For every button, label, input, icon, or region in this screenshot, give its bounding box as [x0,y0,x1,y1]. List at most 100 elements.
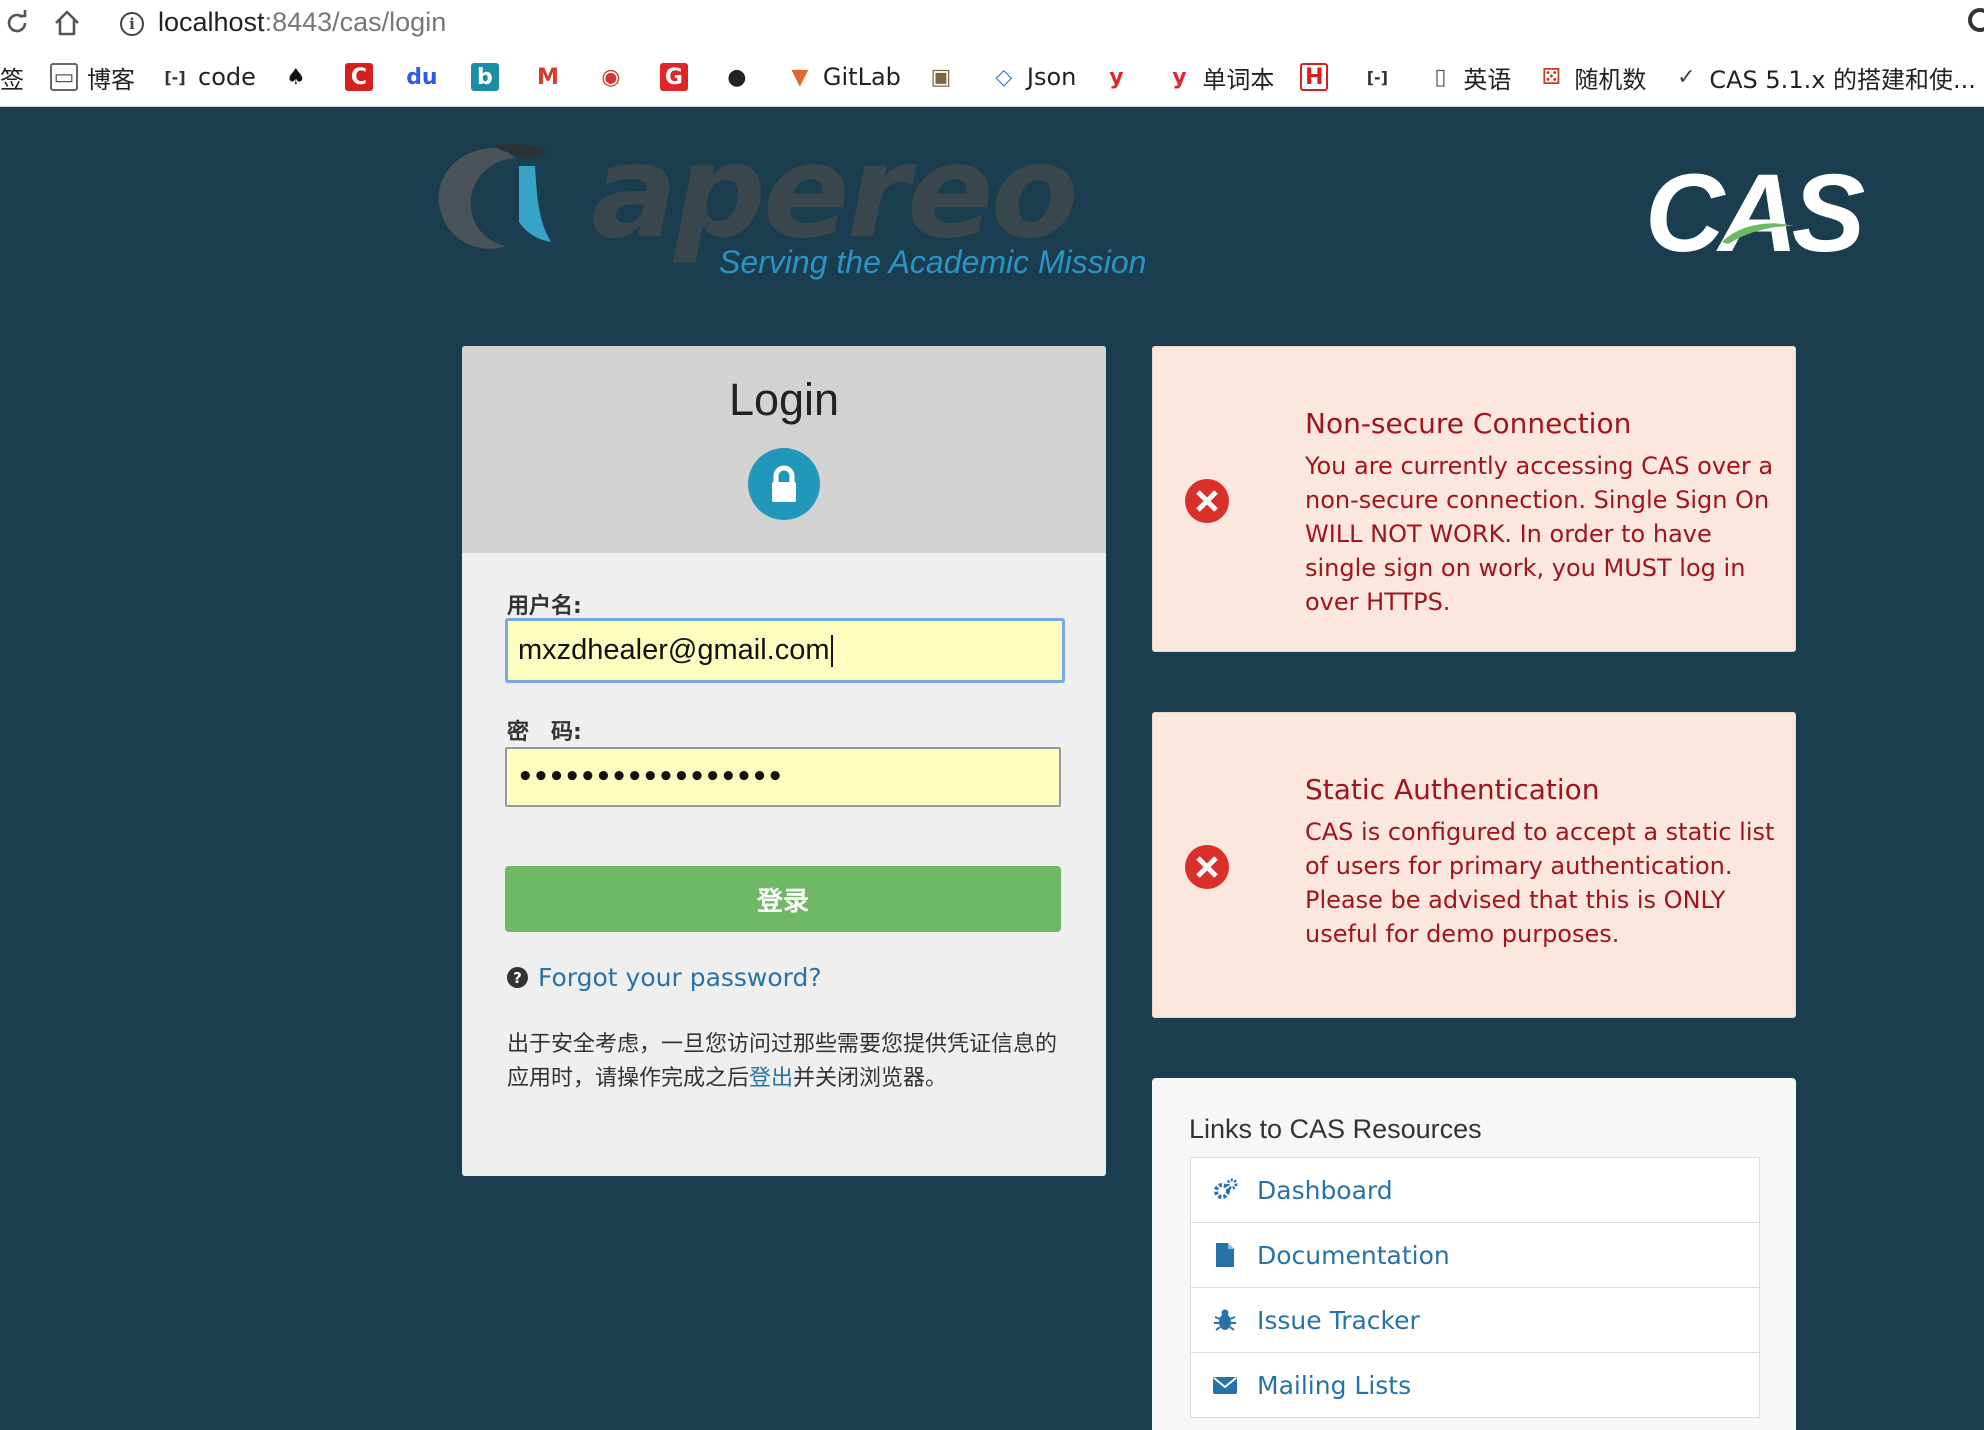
username-value: mxzdhealer@gmail.com [518,634,830,666]
lock-badge [748,448,820,520]
site-info-icon[interactable]: i [120,12,144,36]
random-icon: ⚄ [1537,63,1566,91]
security-note-tail: 并关闭浏览器。 [793,1066,948,1091]
resource-link-mailing-lists[interactable]: Mailing Lists [1190,1352,1760,1418]
bookmark-item[interactable]: ◉ [596,63,634,91]
login-header: Login [462,346,1106,553]
browser-chrome: i localhost:8443/cas/login 签 ▭ 博客 [-] code ♠ C… [0,0,1984,107]
bookmark-item[interactable]: y [1102,63,1139,91]
cas-logo: CAS [1645,152,1865,275]
bookmark-item[interactable]: M [533,63,571,91]
bookmark-item[interactable]: ✓ CAS 5.1.x 的搭建和使... [1672,60,1976,95]
question-circle-icon: ? [507,967,528,988]
youdao-icon: y [1102,63,1131,91]
bookmark-label: CAS 5.1.x 的搭建和使... [1709,65,1976,94]
bookmark-item[interactable]: ● [722,63,760,91]
bookmark-item[interactable]: ▯ 英语 [1426,60,1511,95]
security-note: 出于安全考虑，一旦您访问过那些需要您提供凭证信息的应用时，请操作完成之后登出并关… [507,1028,1067,1096]
bookmark-item[interactable]: ▼ GitLab [785,63,901,91]
username-input[interactable]: mxzdhealer@gmail.com [505,618,1065,683]
weibo-icon: ◉ [596,63,625,91]
forgot-password-link[interactable]: Forgot your password? [538,963,822,992]
reload-icon [7,10,27,33]
baidu-icon: du [406,63,438,91]
password-input[interactable]: ••••••••••••••••• [505,747,1061,807]
resources-title: Links to CAS Resources [1189,1114,1482,1144]
bug-icon [1211,1306,1239,1334]
youdao-icon: y [1165,63,1194,91]
bookmark-item[interactable]: b [470,63,508,91]
home-button[interactable] [50,6,84,40]
bookmark-item[interactable]: ◇ Json [989,63,1077,91]
bookmark-label: code [198,63,256,91]
cas-doc-icon: ✓ [1672,63,1701,91]
cas-resources-panel: Links to CAS Resources Dashboard Documen… [1152,1078,1796,1430]
bookmark-item[interactable]: ▣ [926,63,964,91]
login-submit-button[interactable]: 登录 [505,866,1061,932]
alert-body: CAS is configured to accept a static lis… [1305,818,1775,948]
bookmark-item[interactable]: G [659,63,697,91]
apereo-logo: apereo Serving the Academic Mission [431,118,1146,292]
page-icon: ▯ [1426,63,1455,91]
resource-label: Dashboard [1257,1175,1393,1205]
address-bar[interactable]: localhost:8443/cas/login [158,7,446,38]
bookmark-label: Json [1026,63,1077,91]
resource-label: Issue Tracker [1257,1305,1420,1335]
bookmark-item[interactable]: [-] [1363,63,1400,91]
resource-label: Mailing Lists [1257,1370,1412,1400]
bookmark-label: GitLab [822,63,901,91]
github-icon: ● [722,63,751,91]
bookmark-item[interactable]: du [406,63,445,91]
bookmark-item[interactable]: [-] code [161,63,256,91]
alert-body: You are currently accessing CAS over a n… [1305,452,1774,616]
bookmark-item[interactable]: H [1300,63,1337,91]
error-x-icon [1185,845,1229,889]
alert-title: Static Authentication [1305,773,1600,806]
bookmark-item[interactable]: 签 [0,60,24,95]
login-title: Login [728,374,840,425]
apereo-mark-icon [438,144,551,249]
forgot-password-row: ? Forgot your password? [507,963,822,992]
bookmark-label: 签 [0,65,24,94]
resource-label: Documentation [1257,1240,1450,1270]
reload-button[interactable] [0,6,34,40]
image-icon: ▣ [926,63,955,91]
username-label: 用户名: [507,594,582,619]
spade-icon: ♠ [281,63,310,91]
document-icon [1211,1241,1239,1269]
bookmark-item[interactable]: ⚄ 随机数 [1537,60,1646,95]
resource-link-issue-tracker[interactable]: Issue Tracker [1190,1287,1760,1353]
url-path: :8443/cas/login [264,7,447,37]
envelope-icon [1211,1371,1239,1399]
bookmark-label: 单词本 [1202,65,1275,94]
home-icon [55,10,79,36]
nonsecure-connection-alert: Non-secure Connection You are currently … [1152,346,1796,652]
logout-link[interactable]: 登出 [749,1066,793,1091]
apereo-tagline: Serving the Academic Mission [719,244,1147,280]
text-caret [831,634,834,667]
address-row: i localhost:8443/cas/login [0,0,1984,46]
bookmark-item[interactable]: ▭ 博客 [50,60,135,95]
bookmark-label: 英语 [1463,65,1512,94]
bookmark-label: 博客 [87,65,135,94]
code-brackets-icon: [-] [1363,63,1392,91]
bookmark-label: 随机数 [1574,65,1647,94]
url-host: localhost [158,7,265,37]
resource-link-dashboard[interactable]: Dashboard [1190,1157,1760,1223]
bookmark-item[interactable]: y 单词本 [1165,60,1274,95]
gmail-icon: M [533,63,562,91]
g-red-icon: G [659,63,688,91]
bookmark-item[interactable]: C [344,63,382,91]
static-authentication-alert: Static Authentication CAS is configured … [1152,712,1796,1018]
lock-icon [772,465,796,502]
error-x-icon [1185,479,1229,523]
folder-icon: ▭ [50,63,78,91]
cas-swoosh-icon [1722,223,1794,244]
bookmarks-bar: 签 ▭ 博客 [-] code ♠ Cdu b M ◉ G ● ▼ GitLab ▣ ◇ Json y y 单词本 H [… [0,52,1984,102]
code-brackets-icon: [-] [161,63,189,91]
h-red-icon: H [1300,63,1329,91]
bing-icon: b [470,63,499,91]
bookmark-item[interactable]: ♠ [281,63,319,91]
key-icon[interactable] [1968,8,1984,32]
resource-link-documentation[interactable]: Documentation [1190,1222,1760,1288]
